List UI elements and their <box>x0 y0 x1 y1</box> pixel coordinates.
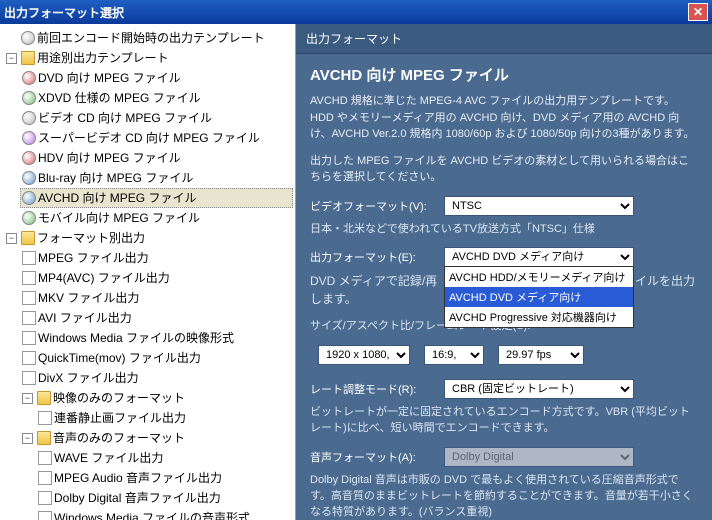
titlebar: 出力フォーマット選択 ✕ <box>0 0 712 24</box>
doc-icon <box>38 471 52 485</box>
main-area: 前回エンコード開始時の出力テンプレート −用途別出力テンプレート DVD 向け … <box>0 24 712 520</box>
tree-item[interactable]: モバイル向け MPEG ファイル <box>20 208 293 228</box>
tree-item[interactable]: DivX ファイル出力 <box>20 368 293 388</box>
rate-mode-select[interactable]: CBR (固定ビットレート) <box>444 379 634 399</box>
tree-item[interactable]: スーパービデオ CD 向け MPEG ファイル <box>20 128 293 148</box>
disc-icon <box>22 171 36 185</box>
audio-format-label: 音声フォーマット(A): <box>310 449 436 465</box>
dropdown-option-highlighted[interactable]: AVCHD DVD メディア向け <box>445 287 633 307</box>
doc-icon <box>22 251 36 265</box>
detail-panel: 出力フォーマット AVCHD 向け MPEG ファイル AVCHD 規格に準じた… <box>296 24 712 520</box>
disc-icon <box>22 151 36 165</box>
collapse-icon[interactable]: − <box>22 393 33 404</box>
tree-item[interactable]: −映像のみのフォーマット <box>20 388 293 408</box>
disc-icon <box>21 31 35 45</box>
output-format-dropdown: AVCHD HDD/メモリーメディア向け AVCHD DVD メディア向け AV… <box>444 266 634 328</box>
collapse-icon[interactable]: − <box>22 433 33 444</box>
tree-item[interactable]: 連番静止画ファイル出力 <box>36 408 293 428</box>
collapse-icon[interactable]: − <box>6 233 17 244</box>
detail-header: 出力フォーマット <box>296 24 712 54</box>
template-tree: 前回エンコード開始時の出力テンプレート −用途別出力テンプレート DVD 向け … <box>2 28 293 520</box>
disc-icon <box>22 211 36 225</box>
tree-item[interactable]: DVD 向け MPEG ファイル <box>20 68 293 88</box>
tree-item[interactable]: ビデオ CD 向け MPEG ファイル <box>20 108 293 128</box>
tree-item[interactable]: Dolby Digital 音声ファイル出力 <box>36 488 293 508</box>
video-format-label: ビデオフォーマット(V): <box>310 198 436 214</box>
dropdown-option[interactable]: AVCHD HDD/メモリーメディア向け <box>445 267 633 287</box>
tree-item[interactable]: Windows Media ファイルの音声形式 <box>36 508 293 520</box>
tree-item[interactable]: MPEG ファイル出力 <box>20 248 293 268</box>
doc-icon <box>22 291 36 305</box>
tree-item[interactable]: HDV 向け MPEG ファイル <box>20 148 293 168</box>
detail-body: AVCHD 向け MPEG ファイル AVCHD 規格に準じた MPEG-4 A… <box>296 54 712 520</box>
tree-item[interactable]: −フォーマット別出力 <box>4 228 293 248</box>
folder-icon <box>21 51 35 65</box>
doc-icon <box>38 411 52 425</box>
detail-description-2: 出力した MPEG ファイルを AVCHD ビデオの素材として用いられる場合はこ… <box>310 153 698 186</box>
doc-icon <box>22 371 36 385</box>
tree-item[interactable]: Blu-ray 向け MPEG ファイル <box>20 168 293 188</box>
tree-item[interactable]: −用途別出力テンプレート <box>4 48 293 68</box>
detail-description: AVCHD 規格に準じた MPEG-4 AVC ファイルの出力用テンプレートです… <box>310 93 698 143</box>
tree-item[interactable]: XDVD 仕様の MPEG ファイル <box>20 88 293 108</box>
disc-icon <box>22 131 36 145</box>
tree-item[interactable]: WAVE ファイル出力 <box>36 448 293 468</box>
tree-item[interactable]: MP4(AVC) ファイル出力 <box>20 268 293 288</box>
output-format-select[interactable]: AVCHD DVD メディア向け <box>444 247 634 267</box>
dropdown-option[interactable]: AVCHD Progressive 対応機器向け <box>445 307 633 327</box>
window-title: 出力フォーマット選択 <box>4 4 688 21</box>
doc-icon <box>22 331 36 345</box>
disc-icon <box>22 191 36 205</box>
close-button[interactable]: ✕ <box>688 3 708 21</box>
audio-format-select: Dolby Digital <box>444 447 634 467</box>
audio-format-hint: Dolby Digital 音声は市販の DVD で最もよく使用されている圧縮音… <box>310 473 698 520</box>
tree-item[interactable]: Windows Media ファイルの映像形式 <box>20 328 293 348</box>
tree-item[interactable]: −音声のみのフォーマット <box>20 428 293 448</box>
doc-icon <box>22 351 36 365</box>
doc-icon <box>38 511 52 520</box>
doc-icon <box>38 491 52 505</box>
tree-item[interactable]: MKV ファイル出力 <box>20 288 293 308</box>
aspect-select[interactable]: 16:9, <box>424 345 484 365</box>
size-select[interactable]: 1920 x 1080, <box>318 345 410 365</box>
video-format-hint: 日本・北米などで使われているTV放送方式「NTSC」仕様 <box>310 222 698 238</box>
tree-item[interactable]: QuickTime(mov) ファイル出力 <box>20 348 293 368</box>
doc-icon <box>38 451 52 465</box>
disc-icon <box>22 71 36 85</box>
collapse-icon[interactable]: − <box>6 53 17 64</box>
doc-icon <box>22 271 36 285</box>
folder-icon <box>37 431 51 445</box>
detail-title: AVCHD 向け MPEG ファイル <box>310 64 698 85</box>
tree-item[interactable]: MPEG Audio 音声ファイル出力 <box>36 468 293 488</box>
disc-icon <box>22 111 36 125</box>
doc-icon <box>22 311 36 325</box>
output-format-label: 出力フォーマット(E): <box>310 249 436 265</box>
fps-select[interactable]: 29.97 fps <box>498 345 584 365</box>
video-format-select[interactable]: NTSC <box>444 196 634 216</box>
tree-item[interactable]: 前回エンコード開始時の出力テンプレート <box>4 28 293 48</box>
tree-item-selected[interactable]: AVCHD 向け MPEG ファイル <box>20 188 293 208</box>
rate-mode-hint: ビットレートが一定に固定されているエンコード方式です。VBR (平均ビットレート… <box>310 405 698 437</box>
tree-panel: 前回エンコード開始時の出力テンプレート −用途別出力テンプレート DVD 向け … <box>0 24 296 520</box>
folder-icon <box>21 231 35 245</box>
rate-mode-label: レート調整モード(R): <box>310 381 436 397</box>
tree-item[interactable]: AVI ファイル出力 <box>20 308 293 328</box>
disc-icon <box>22 91 36 105</box>
folder-icon <box>37 391 51 405</box>
